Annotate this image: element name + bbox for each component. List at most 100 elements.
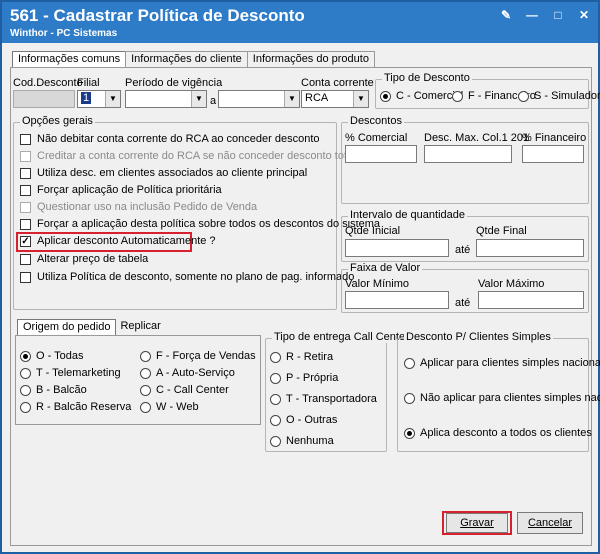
tab-informacoes-cliente[interactable]: Informações do cliente [125,51,248,67]
percent-financeiro-field[interactable] [522,145,584,163]
radio-indicator[interactable] [140,401,151,413]
radio-origem-todas[interactable]: O - Todas [20,350,84,362]
radio-indicator[interactable] [270,435,281,447]
radio-entrega-nenhuma[interactable]: Nenhuma [270,435,334,447]
radio-indicator[interactable] [140,384,151,396]
radio-nao-aplicar-simples[interactable]: Não aplicar para clientes simples nacion… [404,392,600,404]
periodo-inicio-select[interactable]: ▼ [125,90,207,108]
dialog-window: 561 - Cadastrar Política de Desconto Win… [0,0,600,554]
radio-entrega-outras[interactable]: O - Outras [270,414,337,426]
checkbox-box[interactable] [20,218,31,230]
title-bar[interactable]: 561 - Cadastrar Política de Desconto Win… [2,2,598,43]
origem-pedido-panel: O - Todas T - Telemarketing B - Balcão R… [15,335,261,425]
tipo-entrega-legend: Tipo de entrega Call Center [272,331,411,343]
minimize-icon[interactable]: — [526,8,538,22]
radio-origem-web[interactable]: W - Web [140,401,199,413]
radio-label: F - Força de Vendas [156,350,256,362]
radio-entrega-transportadora[interactable]: T - Transportadora [270,393,377,405]
radio-label: O - Outras [286,414,338,426]
radio-indicator[interactable] [20,367,31,379]
radio-label: T - Transportadora [286,393,377,405]
checkbox-box[interactable] [20,133,31,145]
cancelar-button[interactable]: Cancelar [517,512,583,534]
radio-indicator[interactable] [270,393,281,405]
desc-max-field[interactable] [424,145,512,163]
radio-indicator[interactable] [518,90,529,102]
tab-informacoes-produto[interactable]: Informações do produto [246,51,375,67]
radio-indicator[interactable] [404,357,415,369]
radio-indicator[interactable] [452,90,463,102]
conta-corrente-select[interactable]: RCA ▼ [301,90,369,108]
chevron-down-icon[interactable]: ▼ [105,91,120,107]
radio-indicator[interactable] [140,367,151,379]
radio-label: Aplica desconto a todos os clientes [420,427,592,439]
gravar-button[interactable]: Gravar [446,513,508,533]
sub-tabs: Origem do pedido Replicar [17,319,165,336]
checkbox-forcar-todos[interactable]: Forçar a aplicação desta política sobre … [20,218,380,230]
checkbox-box[interactable] [20,167,31,179]
checkbox-box[interactable] [20,253,31,265]
radio-indicator[interactable] [380,90,391,102]
radio-tipo-simulador[interactable]: S - Simulador [518,90,600,102]
checkbox-alterar-preco[interactable]: Alterar preço de tabela [20,253,148,265]
valor-minimo-field[interactable] [345,291,449,309]
tab-replicar[interactable]: Replicar [115,319,165,335]
radio-origem-auto-servico[interactable]: A - Auto-Serviço [140,367,235,379]
checkbox-aplicar-automaticamente[interactable]: ✓ Aplicar desconto Automaticamente ? [20,235,216,247]
radio-indicator[interactable] [20,350,31,362]
chevron-down-icon[interactable]: ▼ [353,91,368,107]
radio-aplicar-simples[interactable]: Aplicar para clientes simples nacional [404,357,600,369]
radio-indicator[interactable] [270,351,281,363]
tab-panel: Cod.Desconto Filial 1 ▼ Período de vigên… [10,67,600,546]
checkbox-box[interactable] [20,271,31,283]
checkbox-box[interactable] [20,201,31,213]
valor-maximo-field[interactable] [478,291,584,309]
percent-comercial-field[interactable] [345,145,417,163]
radio-label: C - Call Center [156,384,229,396]
checkbox-box[interactable]: ✓ [20,235,31,247]
checkbox-box[interactable] [20,184,31,196]
edit-icon[interactable]: ✎ [500,8,512,22]
radio-origem-telemarketing[interactable]: T - Telemarketing [20,367,121,379]
radio-indicator[interactable] [404,427,415,439]
radio-tipo-comercial[interactable]: C - Comercial [380,90,463,102]
radio-indicator[interactable] [20,384,31,396]
maximize-icon[interactable]: □ [552,8,564,22]
checkbox-politica-prioritaria[interactable]: Forçar aplicação de Política prioritária [20,184,222,196]
faixa-valor-group: Faixa de Valor Valor Mínimo Valor Máximo… [341,262,589,313]
clientes-simples-group: Desconto P/ Clientes Simples Aplicar par… [397,331,600,452]
radio-origem-balcao[interactable]: B - Balcão [20,384,87,396]
filial-select[interactable]: 1 ▼ [77,90,121,108]
radio-indicator[interactable] [270,414,281,426]
qtde-final-field[interactable] [476,239,584,257]
checkbox-clientes-associados[interactable]: Utiliza desc. em clientes associados ao … [20,167,307,179]
radio-aplica-todos[interactable]: Aplica desconto a todos os clientes [404,427,592,439]
tab-informacoes-comuns[interactable]: Informações comuns [12,51,127,68]
checkbox-label: Questionar uso na inclusão Pedido de Ven… [37,201,258,213]
radio-indicator[interactable] [140,350,151,362]
radio-label: A - Auto-Serviço [156,367,235,379]
checkbox-nao-debitar[interactable]: Não debitar conta corrente do RCA ao con… [20,133,320,145]
checkbox-plano-pagamento[interactable]: Utiliza Política de desconto, somente no… [20,271,354,283]
radio-indicator[interactable] [20,401,31,413]
opcoes-gerais-group: Opções gerais Não debitar conta corrente… [13,115,380,310]
radio-indicator[interactable] [404,392,415,404]
radio-origem-balcao-reserva[interactable]: R - Balcão Reserva [20,401,131,413]
radio-entrega-propria[interactable]: P - Própria [270,372,338,384]
radio-origem-call-center[interactable]: C - Call Center [140,384,229,396]
close-icon[interactable]: ✕ [578,8,590,22]
radio-origem-forca-vendas[interactable]: F - Força de Vendas [140,350,256,362]
periodo-fim-select[interactable]: ▼ [218,90,300,108]
checkbox-questionar-uso[interactable]: Questionar uso na inclusão Pedido de Ven… [20,201,257,213]
radio-indicator[interactable] [270,372,281,384]
radio-label: W - Web [156,401,199,413]
checkbox-box[interactable] [20,150,31,162]
chevron-down-icon[interactable]: ▼ [284,91,299,107]
radio-entrega-retira[interactable]: R - Retira [270,351,333,363]
radio-label: O - Todas [36,350,84,362]
tab-origem-pedido[interactable]: Origem do pedido [17,319,117,336]
checkbox-creditar[interactable]: Creditar a conta corrente do RCA se não … [20,150,356,162]
qtde-inicial-field[interactable] [345,239,449,257]
checkbox-label: Forçar aplicação de Política prioritária [37,184,222,196]
chevron-down-icon[interactable]: ▼ [191,91,206,107]
